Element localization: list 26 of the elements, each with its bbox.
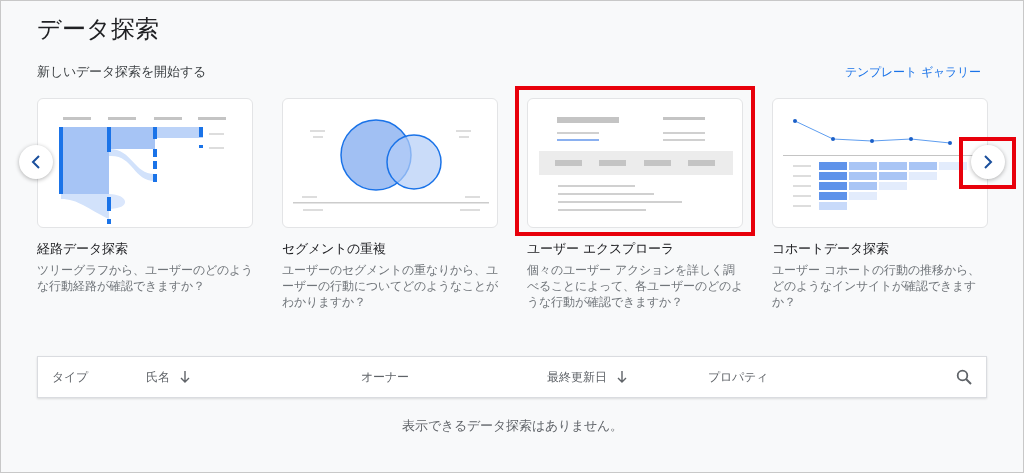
chevron-right-icon [982, 155, 994, 169]
section-heading: 新しいデータ探索を開始する [37, 63, 206, 81]
column-header[interactable]: プロパティ [708, 369, 768, 385]
template-description: ツリーグラフから、ユーザーのどのような行動経路が確認できますか？ [37, 262, 253, 294]
template-title: 経路データ探索 [37, 241, 129, 258]
flow-diagram-thumbnail[interactable] [37, 98, 253, 228]
user-report-thumbnail[interactable] [527, 98, 743, 228]
cohort-chart-thumbnail[interactable] [772, 98, 988, 228]
template-description: ユーザー コホートの行動の推移から、どのようなインサイトが確認できますか？ [772, 262, 981, 310]
empty-message: 表示できるデータ探索はありません。 [400, 418, 624, 435]
template-title: セグメントの重複 [282, 241, 387, 258]
next-button[interactable] [971, 145, 1005, 179]
template-title: ユーザー エクスプローラ [527, 241, 675, 258]
previous-button[interactable] [19, 145, 53, 179]
column-header[interactable]: 最終更新日 [547, 369, 607, 385]
template-description: ユーザーのセグメントの重なりから、ユーザーの行動についてどのようなことがわかりますか？ [282, 262, 498, 310]
column-header[interactable]: オーナー [361, 369, 409, 385]
page-title: データ探索 [37, 14, 160, 45]
column-header[interactable]: 氏名 [146, 369, 170, 385]
template-title: コホートデータ探索 [772, 241, 890, 258]
template-gallery-link[interactable]: テンプレート ギャラリー [845, 63, 981, 81]
template-description: 個々のユーザー アクションを詳しく調べることによって、各ユーザーのどのような行動が確認できますか？ [527, 262, 743, 310]
search-icon[interactable] [956, 369, 972, 385]
column-header[interactable]: タイプ [52, 369, 88, 385]
venn-diagram-thumbnail[interactable] [282, 98, 498, 228]
chevron-left-icon [30, 155, 42, 169]
